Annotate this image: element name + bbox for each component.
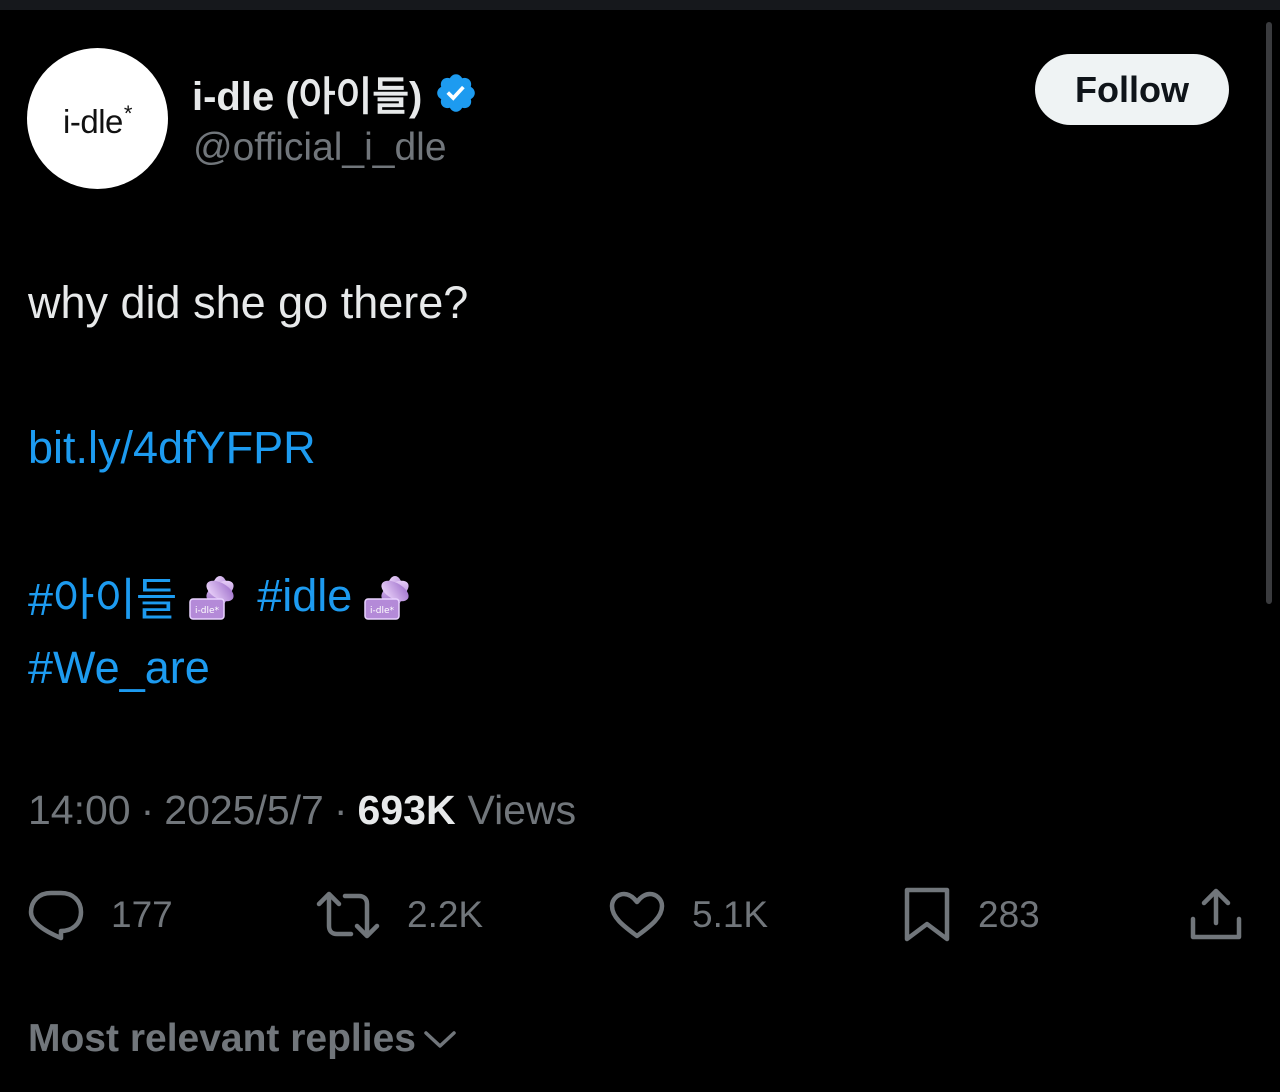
svg-text:i-dle*: i-dle* — [195, 606, 219, 616]
follow-button[interactable]: Follow — [1035, 54, 1229, 125]
share-button[interactable] — [1188, 886, 1244, 944]
tweet-link[interactable]: bit.ly/4dfYFPR — [28, 423, 316, 473]
verified-badge-icon — [437, 74, 476, 112]
bookmark-button[interactable]: 283 — [902, 886, 1040, 944]
meta-separator: · — [140, 787, 155, 833]
bookmark-icon — [904, 887, 950, 942]
hashtag-aidle[interactable]: #아이들 — [28, 563, 177, 628]
heart-icon — [609, 891, 665, 939]
replies-sort-dropdown[interactable]: Most relevant replies — [28, 1017, 458, 1061]
reply-count: 177 — [111, 894, 173, 935]
retweet-icon — [316, 891, 380, 939]
tweet-meta: 14:00 · 2025/5/7 · 693K Views — [28, 787, 576, 834]
like-count: 5.1K — [692, 894, 769, 935]
retweet-button[interactable]: 2.2K — [315, 886, 483, 944]
replies-sort-label: Most relevant replies — [28, 1017, 416, 1060]
share-icon — [1190, 888, 1242, 940]
reply-button[interactable]: 177 — [27, 886, 173, 944]
user-handle[interactable]: @official_i_dle — [193, 126, 447, 170]
like-button[interactable]: 5.1K — [608, 886, 768, 944]
idle-logo-emoji-icon: i-dle* — [189, 575, 234, 620]
display-name-text[interactable]: i-dle (아이들) — [192, 64, 422, 122]
tweet-time[interactable]: 14:00 — [28, 787, 131, 834]
chevron-down-icon — [424, 1031, 456, 1048]
avatar[interactable]: i-dle* — [27, 48, 168, 189]
avatar-logo: i-dle* — [63, 100, 132, 140]
display-name[interactable]: i-dle (아이들) — [192, 64, 478, 122]
top-strip — [0, 0, 1280, 10]
hashtag-idle[interactable]: #idle — [257, 570, 352, 622]
idle-logo-emoji-icon: i-dle* — [364, 575, 409, 620]
bookmark-count: 283 — [978, 894, 1040, 935]
scrollbar[interactable] — [1266, 22, 1272, 604]
tweet-date[interactable]: 2025/5/7 — [164, 787, 324, 834]
tweet-text: why did she go there? — [28, 277, 469, 328]
views-label[interactable]: Views — [468, 787, 577, 834]
hashtag-we-are[interactable]: #We_are — [28, 643, 210, 693]
reply-icon — [28, 890, 84, 941]
meta-separator: · — [333, 787, 348, 833]
hashtag-row: #아이들 i-dle* #idle i-dle* — [28, 563, 432, 628]
svg-text:i-dle*: i-dle* — [370, 606, 394, 616]
views-count[interactable]: 693K — [358, 787, 456, 834]
retweet-count: 2.2K — [407, 894, 484, 935]
